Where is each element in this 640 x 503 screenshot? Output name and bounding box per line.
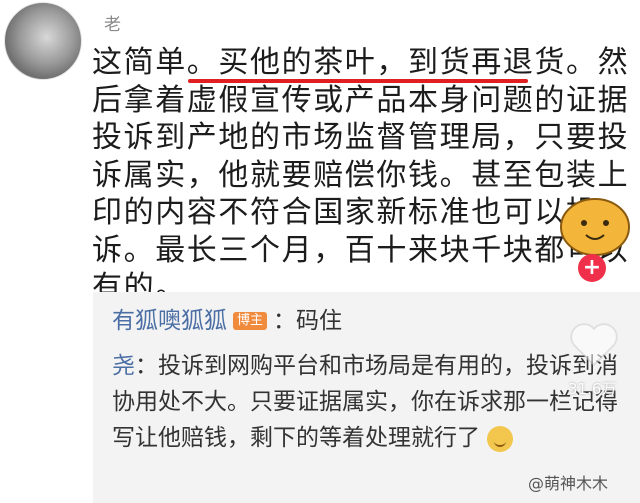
comment-text: 这简单。买他的茶叶，到货再退货。然后拿着虚假宣传或产品本身问题的证据投诉到产地的… [92,45,630,305]
nested-reply-author[interactable]: 尧 [112,353,135,379]
reply-text: ：码住 [273,308,343,334]
smile-emoji-icon [487,425,514,452]
author-badge: 博主 [233,312,268,330]
watermark: @萌神木木 [528,470,608,494]
user-avatar[interactable] [4,2,82,80]
nested-reply-text: ：投诉到网购平台和市场局是有用的，投诉到消协用处不大。只要证据属实，你在诉求那一… [112,353,618,451]
red-underline-annotation [188,79,528,83]
like-count: 31.6万 [568,380,617,398]
watermark-text: @萌神木木 [528,474,609,493]
follow-add-button[interactable]: + [578,254,606,282]
reply-author-name[interactable]: 有狐噢狐狐 [112,306,227,336]
username[interactable]: 老 [104,10,121,35]
reply-header: 有狐噢狐狐 博主 ：码住 [112,306,342,336]
avatar-sticker-icon[interactable] [556,195,634,259]
nested-reply: 尧：投诉到网购平台和市场局是有用的，投诉到消协用处不大。只要证据属实，你在诉求那… [112,348,632,456]
like-heart-icon[interactable] [566,316,622,372]
